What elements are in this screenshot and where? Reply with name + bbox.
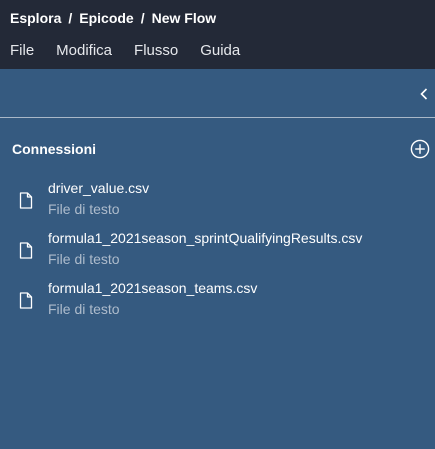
connection-type: File di testo	[48, 251, 120, 267]
connections-list: driver_value.csv File di testo formula1_…	[0, 176, 435, 326]
connection-name: formula1_2021season_sprintQualifyingResu…	[48, 230, 363, 246]
chevron-left-icon	[420, 88, 428, 100]
menu-modifica[interactable]: Modifica	[56, 42, 112, 59]
connection-name: formula1_2021season_teams.csv	[48, 280, 258, 296]
connection-name: driver_value.csv	[48, 180, 150, 196]
menu-file[interactable]: File	[10, 42, 34, 59]
breadcrumb-item-current: New Flow	[151, 10, 217, 26]
add-connection-button[interactable]	[410, 139, 430, 159]
file-icon	[19, 242, 33, 259]
connection-type: File di testo	[48, 201, 120, 217]
file-icon	[19, 192, 33, 209]
menu-bar: File Modifica Flusso Guida	[10, 40, 262, 60]
menu-guida[interactable]: Guida	[200, 42, 240, 59]
menu-flusso[interactable]: Flusso	[134, 42, 178, 59]
breadcrumb: Esplora / Epicode / New Flow	[10, 9, 216, 27]
connection-item[interactable]: formula1_2021season_teams.csv File di te…	[0, 276, 435, 326]
connection-type: File di testo	[48, 301, 120, 317]
breadcrumb-item-esplora[interactable]: Esplora	[10, 10, 61, 26]
top-bar: Esplora / Epicode / New Flow File Modifi…	[0, 0, 435, 69]
connection-item[interactable]: formula1_2021season_sprintQualifyingResu…	[0, 226, 435, 276]
connection-item[interactable]: driver_value.csv File di testo	[0, 176, 435, 226]
file-icon	[19, 292, 33, 309]
connections-title: Connessioni	[12, 141, 97, 157]
panel-header	[0, 69, 435, 118]
plus-circle-icon	[410, 139, 430, 159]
breadcrumb-item-epicode[interactable]: Epicode	[79, 10, 133, 26]
breadcrumb-separator: /	[68, 10, 73, 26]
breadcrumb-separator: /	[140, 10, 145, 26]
collapse-panel-button[interactable]	[417, 85, 431, 103]
